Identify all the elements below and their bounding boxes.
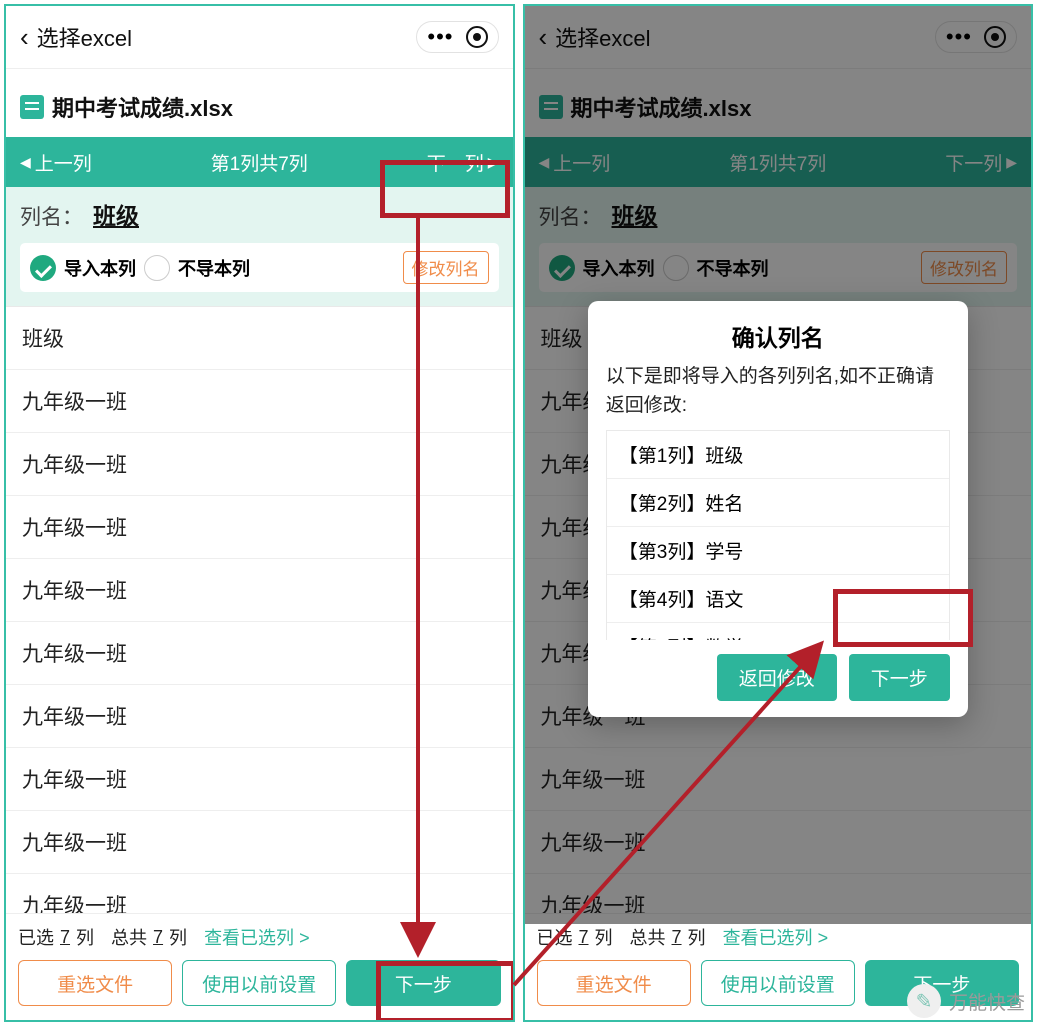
dialog-title: 确认列名 (606, 319, 950, 353)
reselect-file-button[interactable]: 重选文件 (18, 960, 172, 1006)
file-name: 期中考试成绩.xlsx (52, 91, 233, 123)
back-icon[interactable]: ‹ (20, 22, 29, 53)
summary-total-prefix: 总共 (630, 924, 666, 950)
summary-total-prefix: 总共 (111, 924, 147, 950)
list-item: 九年级一班 (6, 874, 513, 913)
summary-total-count: 7 (672, 927, 682, 948)
data-preview-list: 班级九年级一班九年级一班九年级一班九年级一班九年级一班九年级一班九年级一班九年级… (6, 307, 513, 913)
summary-selected-prefix: 已选 (537, 924, 573, 950)
import-option-row: 导入本列 不导本列 修改列名 (20, 243, 499, 292)
list-item: 九年级一班 (6, 811, 513, 874)
watermark-text: 万能快查 (949, 988, 1025, 1015)
list-item: 九年级一班 (6, 685, 513, 748)
summary-selected-unit: 列 (595, 924, 613, 950)
dialog-column-item: 【第5列】数学 (607, 623, 949, 640)
footer: 已选7列 总共7列 查看已选列 > 重选文件 使用以前设置 下一步 (6, 913, 513, 1020)
menu-icon[interactable]: ••• (427, 32, 453, 42)
target-icon[interactable] (466, 26, 488, 48)
dialog-subtitle: 以下是即将导入的各列列名,如不正确请返回修改: (606, 363, 950, 420)
watermark: ✎ 万能快查 (907, 984, 1025, 1018)
list-item: 九年级一班 (6, 496, 513, 559)
file-row: 期中考试成绩.xlsx (6, 68, 513, 137)
list-item: 九年级一班 (6, 559, 513, 622)
next-step-button[interactable]: 下一步 (346, 960, 500, 1006)
dialog-column-item: 【第4列】语文 (607, 575, 949, 623)
list-item: 九年级一班 (6, 748, 513, 811)
reselect-file-button[interactable]: 重选文件 (537, 960, 691, 1006)
page-title: 选择excel (37, 21, 132, 53)
chevron-right-icon: ▶ (488, 154, 499, 171)
chevron-left-icon: ◀ (20, 154, 31, 171)
selection-summary: 已选7列 总共7列 查看已选列 > (537, 924, 1020, 950)
list-item: 九年级一班 (6, 622, 513, 685)
next-column-button[interactable]: 下一列 ▶ (427, 149, 499, 176)
watermark-icon: ✎ (907, 984, 941, 1018)
view-selected-link[interactable]: 查看已选列 > (204, 924, 310, 950)
import-radio-on[interactable] (30, 255, 56, 281)
prev-column-label: 上一列 (35, 149, 92, 176)
column-name-value: 班级 (93, 197, 139, 231)
column-pager: ◀ 上一列 第1列共7列 下一列 ▶ (6, 137, 513, 187)
summary-selected-unit: 列 (76, 924, 94, 950)
dialog-column-list[interactable]: 【第1列】班级【第2列】姓名【第3列】学号【第4列】语文【第5列】数学 (606, 430, 950, 640)
excel-file-icon (20, 95, 44, 119)
list-item: 九年级一班 (6, 370, 513, 433)
column-name-label: 列名： (20, 201, 83, 231)
dialog-column-item: 【第3列】学号 (607, 527, 949, 575)
summary-selected-count: 7 (579, 927, 589, 948)
dialog-column-item: 【第1列】班级 (607, 431, 949, 479)
summary-selected-prefix: 已选 (18, 924, 54, 950)
next-column-label: 下一列 (427, 149, 484, 176)
pager-position: 第1列共7列 (92, 149, 427, 176)
view-selected-link[interactable]: 查看已选列 > (723, 924, 829, 950)
phone-right: ‹ 选择excel ••• 期中考试成绩.xlsx ◀ 上一列 第1列共7列 下… (523, 4, 1034, 1022)
capsule: ••• (416, 21, 498, 53)
dialog-column-item: 【第2列】姓名 (607, 479, 949, 527)
summary-total-unit: 列 (688, 924, 706, 950)
column-config: 列名： 班级 导入本列 不导本列 修改列名 (6, 187, 513, 307)
import-on-label: 导入本列 (64, 255, 136, 281)
dialog-next-button[interactable]: 下一步 (849, 654, 950, 701)
import-off-label: 不导本列 (178, 255, 250, 281)
selection-summary: 已选7列 总共7列 查看已选列 > (18, 924, 501, 950)
summary-selected-count: 7 (60, 927, 70, 948)
list-item: 九年级一班 (6, 433, 513, 496)
import-radio-off[interactable] (144, 255, 170, 281)
summary-total-unit: 列 (169, 924, 187, 950)
use-previous-settings-button[interactable]: 使用以前设置 (182, 960, 336, 1006)
rename-column-button[interactable]: 修改列名 (403, 251, 489, 284)
use-previous-settings-button[interactable]: 使用以前设置 (701, 960, 855, 1006)
phone-left: ‹ 选择excel ••• 期中考试成绩.xlsx ◀ 上一列 第1列共7列 下… (4, 4, 515, 1022)
dialog-back-button[interactable]: 返回修改 (717, 654, 837, 701)
confirm-columns-dialog: 确认列名 以下是即将导入的各列列名,如不正确请返回修改: 【第1列】班级【第2列… (588, 301, 968, 717)
prev-column-button[interactable]: ◀ 上一列 (20, 149, 92, 176)
list-item: 班级 (6, 307, 513, 370)
summary-total-count: 7 (153, 927, 163, 948)
topbar: ‹ 选择excel ••• (6, 6, 513, 68)
